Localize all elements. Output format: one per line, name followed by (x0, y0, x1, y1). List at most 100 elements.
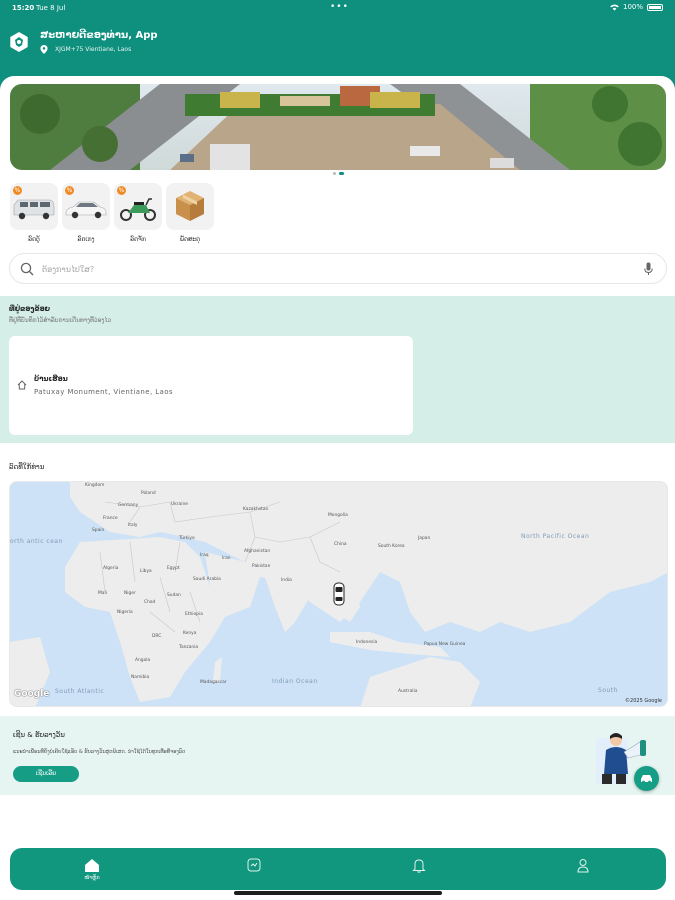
map-section-title: ລົດທີ່ໃກ້ທ່ານ (9, 463, 45, 471)
bell-icon (412, 859, 426, 873)
nearby-drivers-map[interactable]: Kingdom Poland Ukraine Germany France It… (9, 481, 668, 707)
saved-place-address: Patuxay Monument, Vientiane, Laos (34, 388, 173, 396)
service-label-parcel: ພັດສະດຸ (179, 236, 201, 243)
map-label: Mali (98, 591, 107, 596)
tab-profile[interactable] (554, 848, 614, 890)
tab-home-label: ໜ້າຫຼັກ (84, 875, 100, 881)
status-bar: 15:20 Tue 8 Jul ••• 100% (0, 0, 675, 16)
map-label: Italy (128, 523, 138, 528)
map-label: Iraq (200, 553, 209, 558)
car-icon (65, 201, 107, 219)
discount-badge-icon: % (117, 186, 126, 195)
banner-image (10, 84, 666, 170)
driver-car-marker-icon[interactable] (333, 582, 345, 606)
profile-icon (577, 859, 589, 873)
bottom-navigation: ໜ້າຫຼັກ (10, 848, 666, 890)
location-pin-icon (40, 45, 48, 54)
search-input[interactable] (42, 261, 632, 277)
map-label: Saudi Arabia (193, 577, 221, 582)
status-date: Tue 8 Jul (36, 4, 66, 12)
map-label: China (334, 542, 347, 547)
saved-place-name: ບ້ານເຮືອນ (34, 375, 68, 383)
map-label: Germany (118, 503, 139, 508)
service-car[interactable]: % (62, 183, 110, 230)
invite-button[interactable]: ເຊີນເລີຍ (13, 766, 79, 782)
tab-chat[interactable] (225, 848, 285, 890)
promo-title: ເຊີນ & ຮັບລາງວັນ (13, 731, 65, 739)
map-label: Poland (141, 491, 156, 496)
service-parcel[interactable] (166, 183, 214, 230)
map-label: Iran (222, 556, 231, 561)
map-label: Mongolia (328, 513, 348, 518)
map-label: Niger (124, 591, 136, 596)
map-label: Kingdom (85, 483, 105, 488)
ocean-label: South Atlantic (55, 688, 105, 695)
battery-percent: 100% (622, 3, 643, 11)
map-label: Türkiye (179, 536, 195, 541)
tab-home[interactable]: ໜ້າຫຼັກ (62, 848, 122, 890)
map-label: Afghanistan (244, 549, 271, 554)
app-screen: 15:20 Tue 8 Jul ••• 100% ສະຫາຍດີ​ຂອງ​ທ່າ… (0, 0, 675, 900)
map-label: South Korea (378, 544, 405, 549)
map-label: Kenya (183, 631, 197, 636)
service-van[interactable]: % (10, 183, 58, 230)
map-label: Kazakhstan (243, 507, 269, 512)
home-icon (85, 859, 99, 872)
map-label: Pakistan (252, 564, 271, 569)
battery-icon (647, 3, 663, 11)
service-label-car: ລົດເກງ (77, 236, 95, 243)
map-label: Madagascar (200, 680, 227, 685)
van-icon (13, 199, 55, 220)
saved-place-card[interactable] (9, 336, 413, 435)
map-label: India (281, 578, 292, 583)
banner-pager[interactable] (333, 172, 344, 175)
promo-banner[interactable] (10, 84, 666, 170)
microphone-icon[interactable] (644, 262, 653, 276)
saved-places-title: ທີ່ຢູ່ຂອງຂ້ອຍ (9, 305, 50, 313)
map-label: Nigeria (117, 610, 133, 615)
car-icon (641, 775, 652, 784)
map-label: Spain (92, 528, 105, 533)
discount-badge-icon: % (65, 186, 74, 195)
app-logo-icon (10, 32, 28, 52)
map-label: Sudan (167, 593, 181, 598)
map-label: Angola (135, 658, 151, 663)
chat-icon (247, 858, 261, 872)
ocean-label: South (598, 687, 618, 694)
pager-dot-active (339, 172, 344, 175)
service-label-van: ລົດຕູ້ (28, 236, 40, 243)
car-fab-button[interactable] (634, 766, 659, 791)
saved-places-subtitle: ທີ່ຢູ່ທີ່ບັນທຶກໄວ້ສໍາລັບການເດີນທາງທີ່ວ່ອ… (9, 317, 112, 324)
current-location[interactable]: XJGM+75 Vientiane, Laos (55, 46, 131, 53)
discount-badge-icon: % (13, 186, 22, 195)
ocean-label: North Pacific Ocean (521, 533, 590, 540)
map-label: Ethiopia (185, 612, 203, 617)
pager-dot (333, 172, 336, 175)
ocean-label: Indian Ocean (272, 678, 318, 685)
tab-notifications[interactable] (390, 848, 450, 890)
map-label: Australia (398, 689, 418, 694)
home-indicator[interactable] (234, 891, 442, 895)
search-icon (20, 262, 34, 276)
map-label: Tanzania (179, 645, 199, 650)
map-label: Ukraine (171, 502, 188, 507)
multitask-dots-icon[interactable]: ••• (330, 2, 349, 12)
status-right: 100% (610, 3, 663, 11)
ocean-label: orth antic cean (10, 538, 62, 545)
wifi-icon (610, 3, 619, 11)
map-label: Papua New Guinea (424, 642, 466, 647)
map-label: Indonesia (356, 640, 378, 645)
google-logo: Google (14, 689, 50, 699)
referral-promo (0, 716, 675, 795)
promo-text: ແນະນໍາເພື່ອນທີ່ຍັງບໍ່ເຄີຍໃຊ້ແອັບ & ຮັບລາ… (13, 749, 186, 755)
map-label: Algeria (103, 566, 119, 571)
home-icon (17, 380, 27, 390)
map-label: Japan (418, 536, 431, 541)
service-label-motorbike: ລົດຈັກ (130, 236, 146, 243)
map-label: DRC (152, 634, 162, 639)
service-motorbike[interactable]: % (114, 183, 162, 230)
app-title: ສະຫາຍດີ​ຂອງ​ທ່ານ, App (40, 30, 158, 41)
map-label: France (103, 516, 118, 521)
destination-search[interactable] (9, 253, 667, 284)
parcel-icon (176, 191, 204, 221)
